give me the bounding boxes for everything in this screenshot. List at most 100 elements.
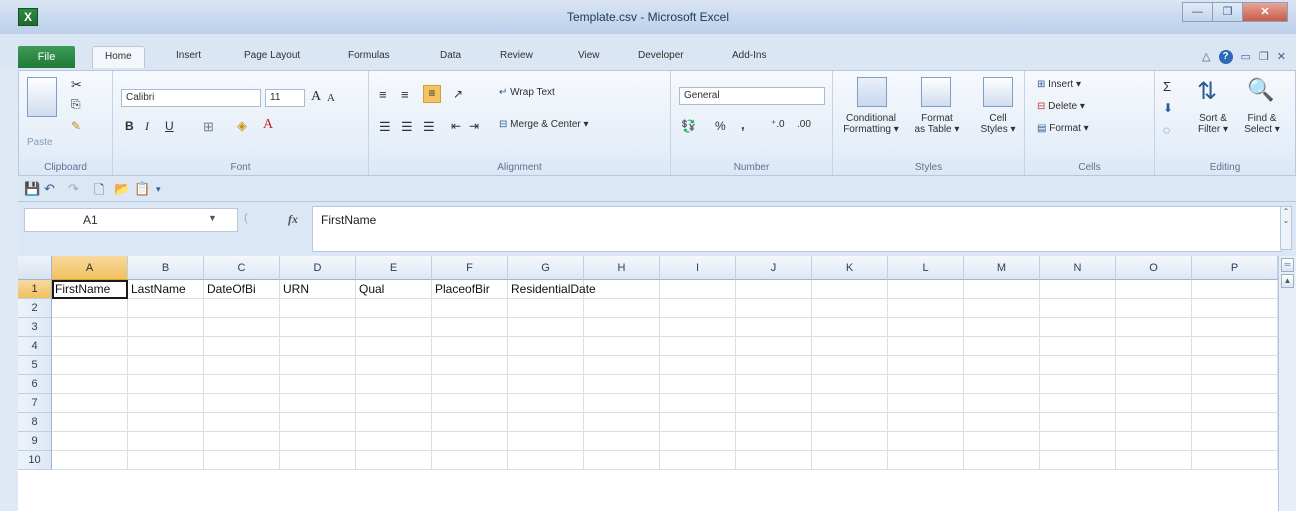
grid-cell[interactable] <box>508 375 584 394</box>
middle-align-icon[interactable]: ≡ <box>401 87 409 102</box>
grid-cell[interactable] <box>128 413 204 432</box>
grid-cell[interactable] <box>52 394 128 413</box>
grid-cell[interactable] <box>964 280 1040 299</box>
tab-developer[interactable]: Developer <box>638 50 684 61</box>
grid-cell[interactable] <box>584 432 660 451</box>
grid-cell[interactable] <box>736 299 812 318</box>
grid-cell[interactable] <box>888 413 964 432</box>
bold-button[interactable]: B <box>125 119 134 133</box>
grid-cell[interactable] <box>356 356 432 375</box>
grid-cell[interactable] <box>1192 413 1278 432</box>
grid-cell[interactable] <box>736 280 812 299</box>
grid-cell[interactable] <box>1116 394 1192 413</box>
grid-cell[interactable] <box>812 432 888 451</box>
grid-cell[interactable] <box>52 299 128 318</box>
grid-cell[interactable] <box>1116 337 1192 356</box>
grid-cell[interactable] <box>1116 413 1192 432</box>
grid-cell[interactable] <box>204 318 280 337</box>
cell-d1[interactable]: URN <box>280 280 356 299</box>
grid-cell[interactable] <box>1040 375 1116 394</box>
cell-c1[interactable]: DateOfBi <box>204 280 280 299</box>
grid-cell[interactable] <box>432 318 508 337</box>
open-icon[interactable]: 📂 <box>114 181 130 197</box>
grid-cell[interactable] <box>508 394 584 413</box>
column-header-n[interactable]: N <box>1040 256 1116 280</box>
grid-cell[interactable] <box>584 413 660 432</box>
name-box-dropdown-icon[interactable]: ▼ <box>208 213 217 223</box>
grid-cell[interactable] <box>356 432 432 451</box>
grid-cell[interactable] <box>432 375 508 394</box>
grid-cell[interactable] <box>964 432 1040 451</box>
grid-cell[interactable] <box>1116 432 1192 451</box>
grid-cell[interactable] <box>812 394 888 413</box>
formula-bar-cancel-icon[interactable]: ( <box>244 212 248 224</box>
grid-cell[interactable] <box>280 337 356 356</box>
grid-cell[interactable] <box>52 337 128 356</box>
vertical-scrollbar[interactable]: ═ ▲ <box>1278 256 1296 511</box>
grid-cell[interactable] <box>812 337 888 356</box>
grid-cell[interactable] <box>888 337 964 356</box>
find-select-button[interactable]: Find & Select ▾ <box>1239 113 1285 135</box>
column-header-l[interactable]: L <box>888 256 964 280</box>
redo-icon[interactable]: ↷ <box>68 181 79 197</box>
grid-cell[interactable] <box>1040 337 1116 356</box>
grid-cell[interactable] <box>812 451 888 470</box>
cut-icon[interactable]: ✂ <box>71 77 82 93</box>
grid-cell[interactable] <box>1116 356 1192 375</box>
grid-cell[interactable] <box>888 451 964 470</box>
paste-icon[interactable] <box>27 77 57 117</box>
grid-cell[interactable] <box>660 318 736 337</box>
grid-cell[interactable] <box>204 375 280 394</box>
grid-cell[interactable] <box>1116 280 1192 299</box>
cell-f1[interactable]: PlaceofBir <box>432 280 508 299</box>
decrease-decimal-icon[interactable]: .00 <box>797 119 811 130</box>
grid-cell[interactable] <box>660 432 736 451</box>
window-minimize-icon[interactable]: ▭ <box>1241 50 1251 64</box>
grid-cell[interactable] <box>584 356 660 375</box>
accounting-format-icon[interactable]: 💱 <box>681 119 696 133</box>
grid-cell[interactable] <box>52 413 128 432</box>
column-header-c[interactable]: C <box>204 256 280 280</box>
format-as-table-icon[interactable] <box>921 77 951 107</box>
borders-icon[interactable]: ⊞ <box>203 119 214 135</box>
grid-cell[interactable] <box>356 337 432 356</box>
grid-cell[interactable] <box>888 375 964 394</box>
save-icon[interactable]: 💾 <box>24 181 40 197</box>
row-header-2[interactable]: 2 <box>18 299 52 318</box>
format-cells-button[interactable]: ▤ Format ▾ <box>1037 123 1089 134</box>
grid-cell[interactable] <box>1040 280 1116 299</box>
column-header-o[interactable]: O <box>1116 256 1192 280</box>
grid-cell[interactable] <box>584 318 660 337</box>
grid-cell[interactable] <box>204 432 280 451</box>
row-header-3[interactable]: 3 <box>18 318 52 337</box>
align-left-icon[interactable]: ☰ <box>379 119 391 135</box>
row-header-1[interactable]: 1 <box>18 280 52 299</box>
increase-decimal-icon[interactable]: ⁺.0 <box>771 119 785 130</box>
grid-cell[interactable] <box>128 318 204 337</box>
grid-cell[interactable] <box>508 356 584 375</box>
copy-icon[interactable]: ⎘ <box>71 97 81 112</box>
grid-cell[interactable] <box>1116 451 1192 470</box>
tab-review[interactable]: Review <box>500 50 533 61</box>
grid-cell[interactable] <box>1192 375 1278 394</box>
format-painter-icon[interactable]: ✎ <box>71 119 81 133</box>
grid-cell[interactable] <box>888 299 964 318</box>
grid-cell[interactable] <box>888 318 964 337</box>
conditional-formatting-icon[interactable] <box>857 77 887 107</box>
grid-cell[interactable] <box>964 318 1040 337</box>
grid-cell[interactable] <box>280 375 356 394</box>
delete-cells-button[interactable]: ⊟ Delete ▾ <box>1037 101 1085 112</box>
grid-cell[interactable] <box>356 375 432 394</box>
grid-cell[interactable] <box>584 451 660 470</box>
bottom-align-icon[interactable]: ≡ <box>423 85 441 103</box>
grid-cell[interactable] <box>1192 394 1278 413</box>
scroll-split-icon[interactable]: ═ <box>1281 258 1294 272</box>
row-header-6[interactable]: 6 <box>18 375 52 394</box>
align-center-icon[interactable]: ☰ <box>401 119 413 135</box>
column-header-p[interactable]: P <box>1192 256 1278 280</box>
grid-cell[interactable] <box>52 375 128 394</box>
grid-cell[interactable] <box>964 299 1040 318</box>
grid-cell[interactable] <box>1192 299 1278 318</box>
grid-cell[interactable] <box>1192 356 1278 375</box>
customize-qat-icon[interactable]: ▾ <box>156 184 161 195</box>
